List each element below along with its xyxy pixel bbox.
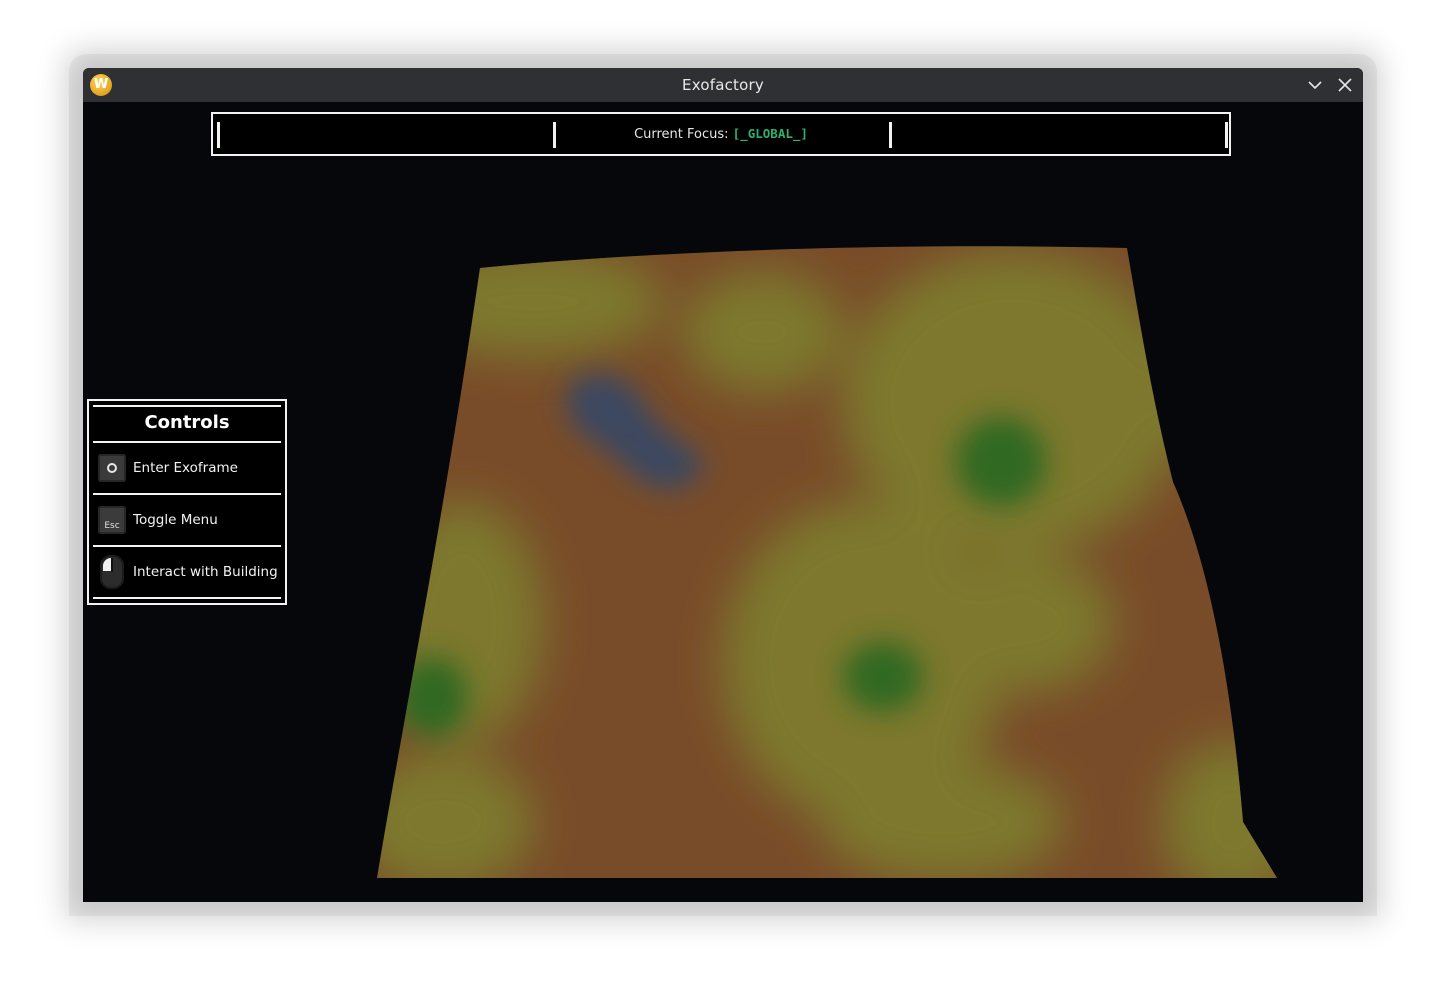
title-bar[interactable]: W Exofactory: [83, 68, 1363, 102]
control-label: Toggle Menu: [133, 512, 218, 528]
focus-readout: Current Focus: [_GLOBAL_]: [213, 114, 1229, 154]
control-interact-building: Interact with Building: [93, 547, 281, 597]
control-label: Enter Exoframe: [133, 460, 238, 476]
esc-key-label: Esc: [104, 521, 120, 531]
mouse-left-click-icon: [100, 555, 124, 589]
chevron-down-icon: [1308, 81, 1322, 90]
game-window: W Exofactory Current Focus: [_GLOBAL_] C…: [83, 68, 1363, 902]
control-toggle-menu: Esc Toggle Menu: [93, 495, 281, 547]
window-title: Exofactory: [682, 76, 764, 94]
close-icon: [1338, 78, 1352, 92]
controls-title: Controls: [93, 407, 281, 443]
close-button[interactable]: [1335, 75, 1355, 95]
controls-panel: Controls Enter Exoframe Esc Toggle Menu: [87, 399, 287, 605]
esc-key-icon: Esc: [98, 506, 126, 534]
terrain-surface: [377, 246, 1277, 879]
minimize-button[interactable]: [1305, 75, 1325, 95]
game-viewport[interactable]: Current Focus: [_GLOBAL_] Controls Enter…: [83, 102, 1363, 902]
focus-bar: Current Focus: [_GLOBAL_]: [211, 112, 1231, 156]
focus-label: Current Focus:: [634, 127, 729, 142]
focus-value: [_GLOBAL_]: [732, 126, 808, 141]
o-key-icon: [98, 454, 126, 482]
control-label: Interact with Building: [133, 564, 278, 580]
control-enter-exoframe: Enter Exoframe: [93, 443, 281, 495]
